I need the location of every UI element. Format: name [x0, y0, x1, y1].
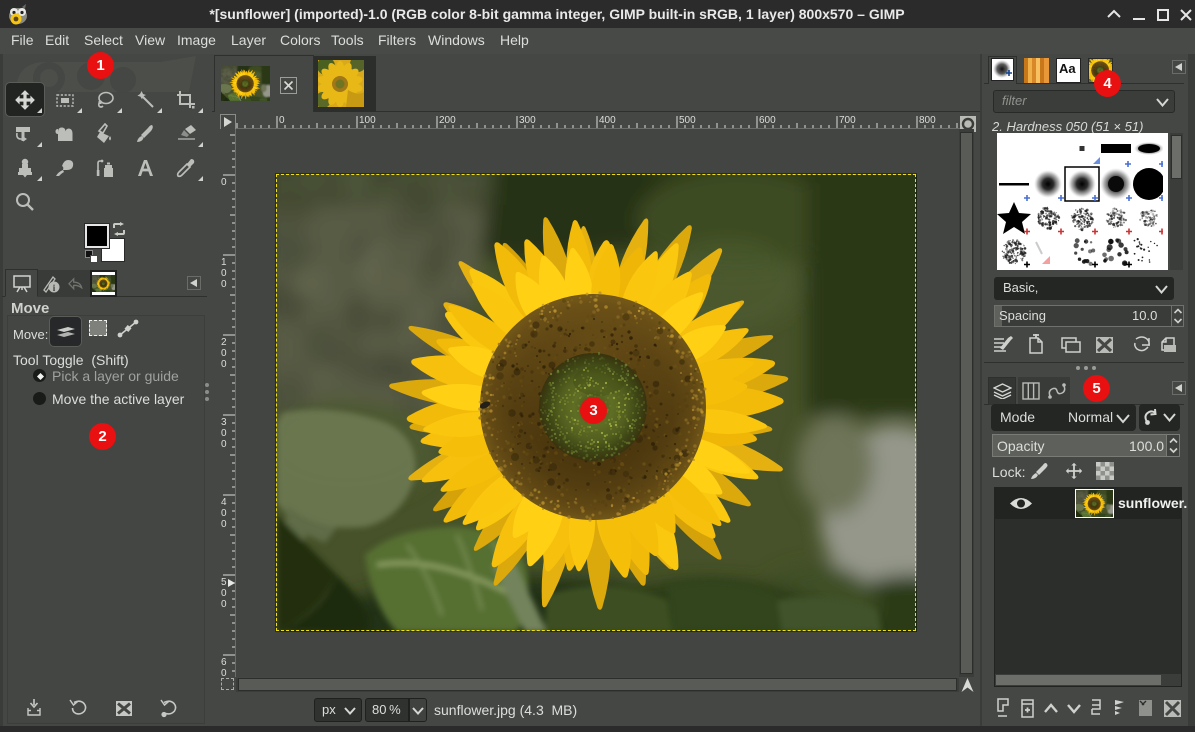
svg-text:3: 3	[221, 417, 227, 428]
svg-text:300: 300	[519, 115, 536, 126]
svg-text:0: 0	[221, 588, 227, 599]
svg-text:100: 100	[359, 115, 376, 126]
svg-text:0: 0	[221, 268, 227, 279]
svg-text:800: 800	[919, 115, 936, 126]
svg-text:1: 1	[221, 257, 227, 268]
svg-text:0: 0	[221, 279, 227, 290]
svg-text:700: 700	[839, 115, 856, 126]
svg-text:0: 0	[279, 115, 285, 126]
svg-text:0: 0	[221, 428, 227, 439]
svg-text:0: 0	[221, 508, 227, 519]
svg-text:0: 0	[221, 177, 227, 188]
svg-text:0: 0	[221, 599, 227, 610]
svg-text:2: 2	[221, 337, 227, 348]
svg-text:400: 400	[599, 115, 616, 126]
svg-text:0: 0	[221, 668, 227, 677]
svg-text:200: 200	[439, 115, 456, 126]
svg-text:600: 600	[759, 115, 776, 126]
svg-text:5: 5	[221, 577, 227, 588]
svg-text:500: 500	[679, 115, 696, 126]
svg-text:0: 0	[221, 519, 227, 530]
svg-text:4: 4	[221, 497, 227, 508]
svg-text:0: 0	[221, 359, 227, 370]
svg-text:0: 0	[221, 348, 227, 359]
svg-text:6: 6	[221, 657, 227, 668]
svg-text:0: 0	[221, 439, 227, 450]
